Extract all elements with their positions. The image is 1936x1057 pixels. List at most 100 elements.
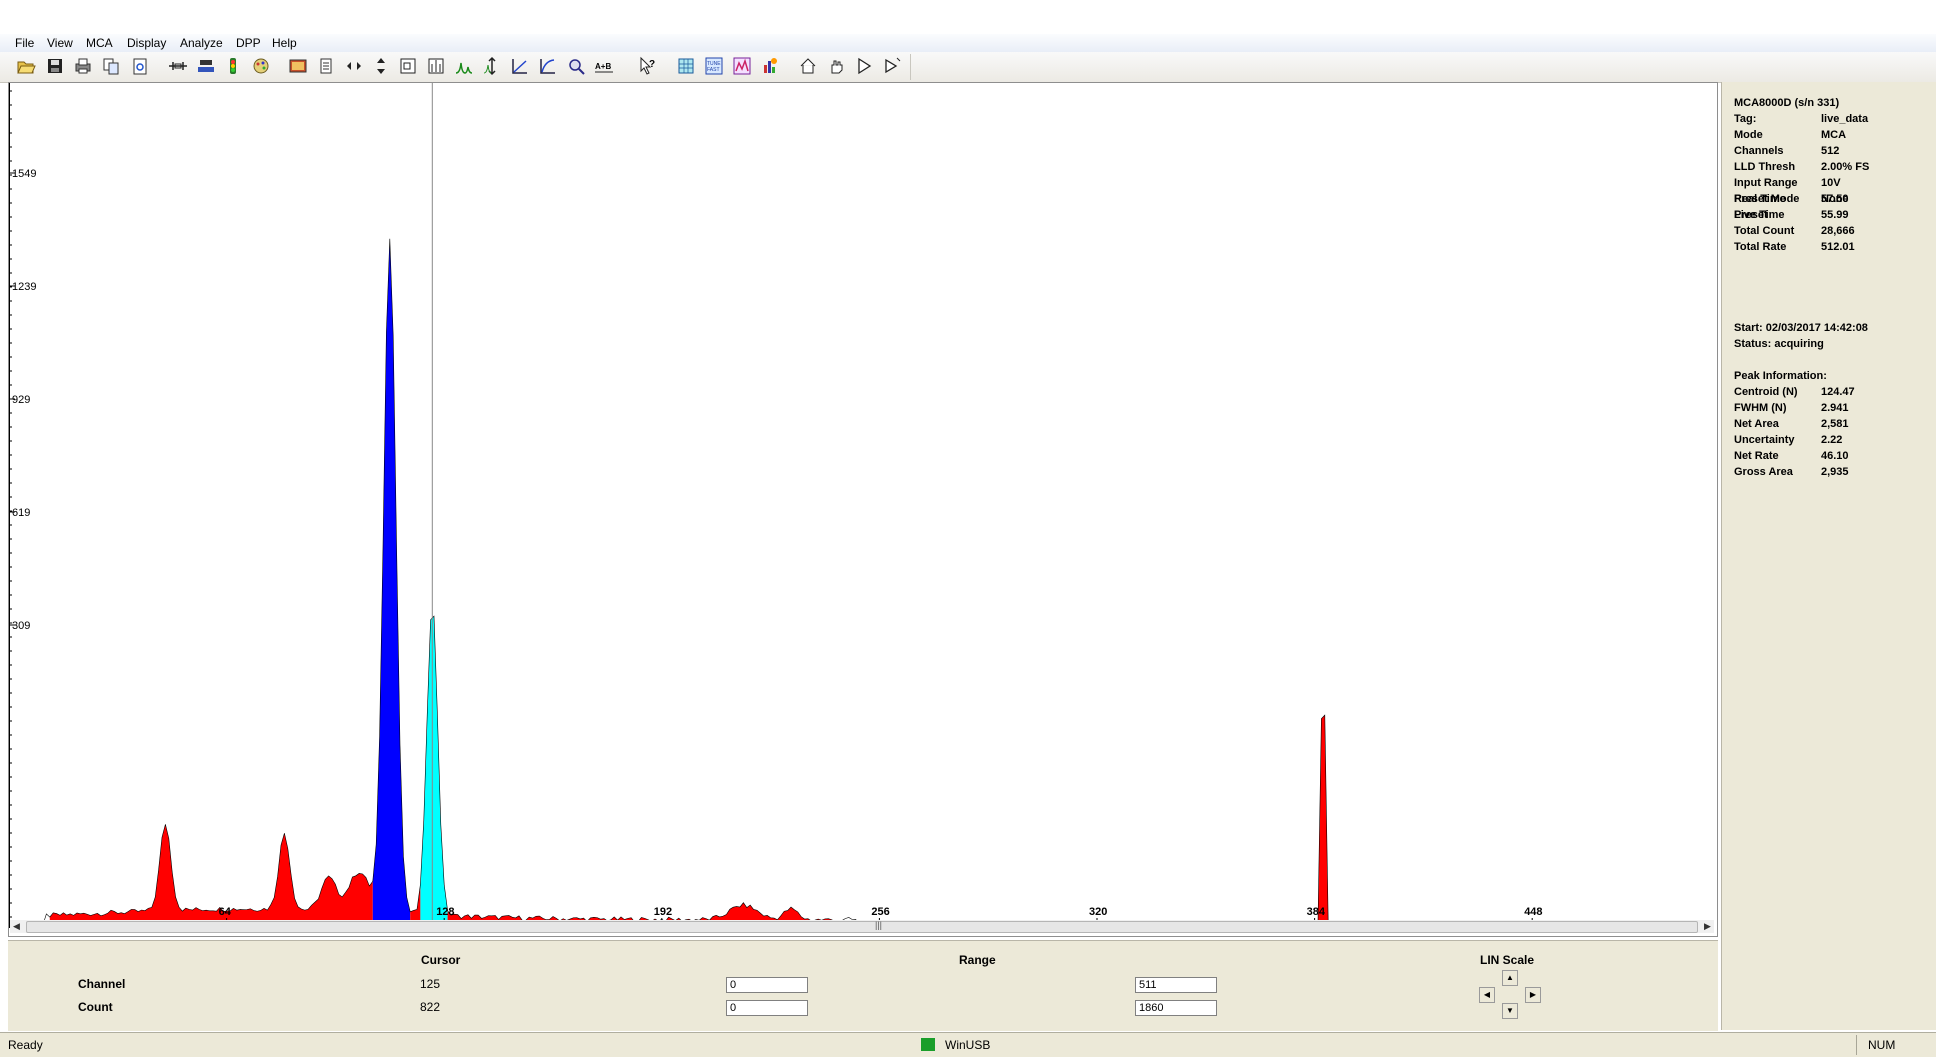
color-palette-icon[interactable] <box>250 55 272 77</box>
scale-down-arrow-icon[interactable]: ▼ <box>1502 1003 1518 1019</box>
home-icon[interactable] <box>797 55 819 77</box>
setting-row: Tag: live_data <box>1734 113 1868 125</box>
count-label: Count <box>78 1000 113 1014</box>
y-tick-label: 929 <box>12 394 30 406</box>
hand-icon[interactable] <box>825 55 847 77</box>
setting-value: MCA <box>1821 129 1847 141</box>
status-num-indicator: NUM <box>1868 1038 1896 1052</box>
menu-dpp[interactable]: DPP <box>236 36 261 50</box>
calibrate-icon[interactable] <box>759 55 781 77</box>
peak-row: Uncertainty 2.22 <box>1734 434 1842 446</box>
copy-icon[interactable] <box>100 55 122 77</box>
trace-line <box>9 238 1706 928</box>
open-folder-icon[interactable] <box>15 55 37 77</box>
peak-key: Net Area <box>1734 418 1779 430</box>
setting-value: live_data <box>1821 113 1869 125</box>
scroll-right-arrow-icon[interactable]: ▶ <box>1701 920 1714 933</box>
status-connection-text: WinUSB <box>945 1038 991 1052</box>
print-preview-icon[interactable] <box>129 55 151 77</box>
roi-fill-cursor <box>420 616 448 927</box>
peak-value: 2,935 <box>1821 466 1849 478</box>
roi-clear-icon[interactable] <box>195 55 217 77</box>
stat-value: 512.01 <box>1821 241 1855 253</box>
log-scale-icon[interactable] <box>537 55 559 77</box>
spectrum-plot[interactable]: 1549 1239 929 619 309 64 128 192 256 320 384 448 <box>8 82 1718 937</box>
device-name: MCA8000D (s/n 331) <box>1734 97 1840 109</box>
svg-text:FAST: FAST <box>707 67 720 73</box>
peak-key: FWHM (N) <box>1734 402 1787 414</box>
menu-file[interactable]: File <box>15 36 34 50</box>
peak-row: Net Rate 46.10 <box>1734 450 1849 462</box>
document-icon[interactable] <box>315 55 337 77</box>
y-axis: 1549 1239 929 619 309 <box>9 83 36 927</box>
auto-scale-icon[interactable] <box>481 55 503 77</box>
x-tick-label: 192 <box>654 906 672 918</box>
range-count-max-input[interactable]: 1860 <box>1135 1000 1217 1016</box>
scale-left-arrow-icon[interactable]: ◀ <box>1479 987 1495 1003</box>
setting-key: Tag: <box>1734 113 1757 125</box>
zoom-fit-icon[interactable] <box>425 55 447 77</box>
play-step-icon[interactable] <box>881 55 903 77</box>
zoom-window-icon[interactable] <box>397 55 419 77</box>
menu-analyze[interactable]: Analyze <box>180 36 223 50</box>
lin-scale-icon[interactable] <box>509 55 531 77</box>
setting-row: LLD Thresh 2.00% FS <box>1734 161 1869 173</box>
y-tick-label: 1239 <box>12 281 36 293</box>
menu-help[interactable]: Help <box>272 36 297 50</box>
peak-value: 124.47 <box>1821 386 1855 398</box>
menu-view[interactable]: View <box>47 36 73 50</box>
status-divider <box>1856 1035 1857 1055</box>
log-peak-icon[interactable] <box>453 55 475 77</box>
save-icon[interactable] <box>44 55 66 77</box>
range-count-min-input[interactable]: 0 <box>726 1000 808 1016</box>
peak-value: 2,581 <box>1821 418 1849 430</box>
acquisition-status: Status: acquiring <box>1734 338 1824 350</box>
scroll-thumb[interactable]: ||| <box>26 920 1698 933</box>
print-icon[interactable] <box>72 55 94 77</box>
channel-label: Channel <box>78 977 126 991</box>
usb-connection-icon <box>921 1038 935 1051</box>
scale-header: LIN Scale <box>1480 953 1535 967</box>
range-channel-min-input[interactable]: 0 <box>726 977 808 993</box>
tune-fast-icon[interactable]: TUNE FAST <box>703 55 725 77</box>
a-plus-b-icon[interactable]: A+B <box>593 55 615 77</box>
y-tick-label: 619 <box>12 507 30 519</box>
x-tick-label: 128 <box>436 906 454 918</box>
menu-display[interactable]: Display <box>127 36 166 50</box>
x-tick-label: 320 <box>1089 906 1107 918</box>
window-title-bar <box>0 0 1936 34</box>
scale-up-arrow-icon[interactable]: ▲ <box>1502 970 1518 986</box>
roi-fill-selected <box>372 238 411 927</box>
scale-right-arrow-icon[interactable]: ▶ <box>1525 987 1541 1003</box>
peak-key: Centroid (N) <box>1734 386 1798 398</box>
stat-key: Live Time <box>1734 209 1785 221</box>
range-channel-max-input[interactable]: 511 <box>1135 977 1217 993</box>
scroll-left-arrow-icon[interactable]: ◀ <box>10 920 23 933</box>
stat-row: Live Time 55.99 <box>1734 209 1849 221</box>
horizontal-scrollbar[interactable]: ◀ ||| ▶ <box>10 920 1714 933</box>
help-pointer-icon[interactable]: ? <box>637 55 659 77</box>
status-bar: Ready WinUSB NUM <box>0 1032 1936 1057</box>
toolbar-separator <box>910 54 911 80</box>
peak-icon[interactable] <box>222 55 244 77</box>
horizontal-expand-icon[interactable] <box>343 55 365 77</box>
peak-key: Net Rate <box>1734 450 1779 462</box>
grid-icon[interactable] <box>675 55 697 77</box>
data-icon[interactable] <box>731 55 753 77</box>
stat-key: Total Rate <box>1734 241 1787 253</box>
svg-text:?: ? <box>649 59 655 70</box>
peak-row: Gross Area 2,935 <box>1734 466 1849 478</box>
setting-row: Mode MCA <box>1734 129 1846 141</box>
menu-bar: File View MCA Display Analyze DPP Help <box>0 34 1936 53</box>
properties-icon[interactable] <box>287 55 309 77</box>
roi-icon[interactable] <box>167 55 189 77</box>
roi-fill-1 <box>49 824 373 927</box>
stat-value: 55.99 <box>1821 209 1849 221</box>
cursor-channel-value: 125 <box>420 977 441 991</box>
play-icon[interactable] <box>853 55 875 77</box>
menu-mca[interactable]: MCA <box>86 36 113 50</box>
range-header: Range <box>959 953 996 967</box>
peak-info-header: Peak Information: <box>1734 370 1827 382</box>
vertical-expand-icon[interactable] <box>370 55 392 77</box>
zoom-search-icon[interactable] <box>565 55 587 77</box>
